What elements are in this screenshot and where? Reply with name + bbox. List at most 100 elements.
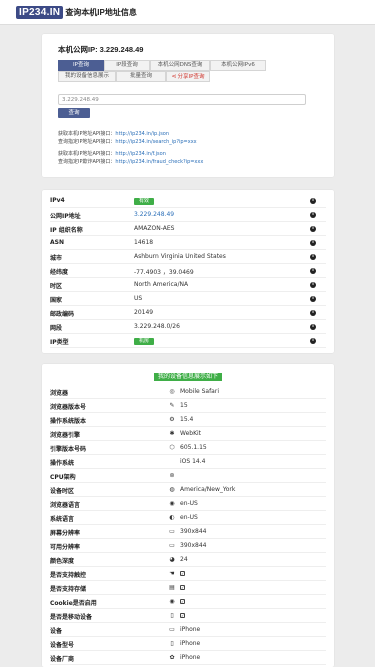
ip-info-value: Ashburn Virginia United States <box>134 253 226 260</box>
ip-info-key: 经纬度 <box>50 269 69 276</box>
device-info-row: 颜色深度 ◕ 24 <box>50 553 326 567</box>
device-info-value: ✓ <box>180 598 185 605</box>
ip-info-key: IPv4 <box>50 197 65 204</box>
ip-info-key: 城市 <box>50 255 63 262</box>
device-info-key: 系统语言 <box>50 516 75 523</box>
ip-info-row: 时区 North America/NA i <box>50 278 326 292</box>
device-heading-label: 我的设备信息展示如下 <box>153 373 222 381</box>
info-icon[interactable]: i <box>310 338 316 344</box>
ip-info-value: 20149 <box>134 309 154 316</box>
logo-mark: IP234.IN <box>16 5 64 19</box>
ip-info-row: 国家 US i <box>50 292 326 306</box>
palette-icon: ◕ <box>169 556 175 563</box>
ip-info-key: ASN <box>50 239 64 246</box>
device-info-row: 浏览器版本号 ✎ 15 <box>50 399 326 413</box>
ip-info-value: US <box>134 295 143 302</box>
mobile-icon: ▯ <box>170 612 174 619</box>
device-info-row: CPU架构 ⊚ <box>50 469 326 483</box>
device-info-value: 605.1.15 <box>180 444 207 451</box>
device-info-row: 是否是移动设备 ▯ ✓ <box>50 609 326 623</box>
ip-info-key: 时区 <box>50 283 63 290</box>
api-link[interactable]: http://ip234.in/f.json <box>115 151 165 157</box>
laptop-icon: ▭ <box>169 626 175 633</box>
badge-label: 机房 <box>134 338 155 345</box>
device-info-row: 设备 ▭ iPhone <box>50 623 326 637</box>
info-icon[interactable]: i <box>310 282 316 288</box>
device-info-row: 设备时区 ◍ America/New_York <box>50 483 326 497</box>
api-text: 获取本机IP地址API接口： <box>58 131 116 137</box>
tag-icon: ✎ <box>169 402 175 409</box>
device-info-key: 屏幕分辨率 <box>50 530 81 537</box>
device-info-row: 引擎版本号码 ⬡ 605.1.15 <box>50 441 326 455</box>
ip-info-row: IP类型 机房 i <box>50 334 326 348</box>
ip-info-value[interactable]: 3.229.248.49 <box>134 211 174 218</box>
api-text: 获取本机IP地址API接口： <box>58 151 116 157</box>
language-icon: ◉ <box>169 500 175 507</box>
ip-info-value: AMAZON-AES <box>134 225 175 232</box>
device-info-value: ✓ <box>180 570 185 577</box>
ip-info-row: 公网IP地址 3.229.248.49 i <box>50 208 326 222</box>
ip-info-row: 网段 3.229.248.0/26 i <box>50 320 326 334</box>
ip-info-row: IP 组织名称 AMAZON-AES i <box>50 222 326 236</box>
top-bar: IP234.IN 查询本机IP地址信息 <box>0 0 375 25</box>
device-info-value: iPhone <box>180 654 201 661</box>
device-info-key: 引擎版本号码 <box>50 446 87 453</box>
device-info-value: 24 <box>180 556 188 563</box>
cube-icon: ⬡ <box>169 444 175 451</box>
device-info-key: 颜色深度 <box>50 558 75 565</box>
device-info-row: 操作系统 iOS 14.4 <box>50 455 326 469</box>
gear-icon: ⚙ <box>169 416 175 423</box>
info-icon[interactable]: i <box>310 254 316 260</box>
device-info-key: 设备 <box>50 628 63 635</box>
api-link[interactable]: http://ip234.in/ip.json <box>115 131 169 137</box>
tab-ip-query[interactable]: IP查询 <box>58 60 104 71</box>
ip-info-value: 3.229.248.0/26 <box>134 323 180 330</box>
cpu-icon: ⊚ <box>169 472 175 479</box>
ip-input[interactable]: 3.229.248.49 <box>58 94 306 105</box>
ip-info-key: IP类型 <box>50 339 69 346</box>
device-info-row: 操作系统版本 ⚙ 15.4 <box>50 413 326 427</box>
query-button[interactable]: 查询 <box>58 108 90 118</box>
info-icon[interactable]: i <box>310 212 316 218</box>
api-link[interactable]: http://ip234.in/search_ip?ip=xxx <box>115 139 196 145</box>
info-icon[interactable]: i <box>310 324 316 330</box>
info-icon[interactable]: i <box>310 226 316 232</box>
device-info-value: Mobile Safari <box>180 388 219 395</box>
tab-share[interactable]: ⋖分享IP查询 <box>166 71 210 82</box>
info-icon[interactable]: i <box>310 296 316 302</box>
ip-info-key: IP 组织名称 <box>50 227 83 234</box>
tab-device-info[interactable]: 我的设备信息展示 <box>58 71 116 82</box>
device-info-row: 浏览器 ◎ Mobile Safari <box>50 385 326 399</box>
ip-info-value: -77.4903 ，39.0469 <box>134 269 194 276</box>
device-info-row: 设备厂商 ✿ iPhone <box>50 651 326 665</box>
info-icon[interactable]: i <box>310 310 316 316</box>
logo[interactable]: IP234.IN 查询本机IP地址信息 <box>16 5 137 19</box>
api-link[interactable]: http://ip234.in/fraud_check?ip=xxx <box>115 159 203 165</box>
device-info-value: iOS 14.4 <box>180 458 206 465</box>
device-info-key: 是否是移动设备 <box>50 614 93 621</box>
tab-ip-range[interactable]: IP段查询 <box>104 60 150 71</box>
device-info-value: 15 <box>180 402 188 409</box>
api-line: 查询指定IP欺诈API接口：http://ip234.in/fraud_chec… <box>58 158 203 165</box>
device-info-key: CPU架构 <box>50 474 76 481</box>
ip-info-value: 14618 <box>134 239 154 246</box>
ip-info-row: ASN 14618 i <box>50 236 326 250</box>
tab-ipv6[interactable]: 本机公网IPv6 <box>210 60 266 71</box>
info-icon[interactable]: i <box>310 268 316 274</box>
device-info-key: 浏览器引擎 <box>50 432 81 439</box>
device-info-value: ✓ <box>180 612 185 619</box>
device-info-value: en-US <box>180 514 198 521</box>
tab-batch-query[interactable]: 批量查询 <box>116 71 166 82</box>
ip-query-card: 本机公网IP: 3.229.248.49 IP查询 IP段查询 本机公网DNS查… <box>42 34 334 177</box>
status-badge: 有效 <box>134 197 155 205</box>
api-text: 查询指定IP欺诈API接口： <box>58 159 116 165</box>
device-info-row: 系统语言 ◐ en-US <box>50 511 326 525</box>
my-ip-label: 本机公网IP: 3.229.248.49 <box>58 45 144 54</box>
device-info-row: 是否支持存储 ▤ ✓ <box>50 581 326 595</box>
ip-info-key: 邮政编码 <box>50 311 75 318</box>
info-icon[interactable]: i <box>310 240 316 246</box>
info-icon[interactable]: i <box>310 198 316 204</box>
device-info-key: 可用分辨率 <box>50 544 81 551</box>
device-info-key: 设备厂商 <box>50 656 75 663</box>
tab-dns-query[interactable]: 本机公网DNS查询 <box>150 60 210 71</box>
